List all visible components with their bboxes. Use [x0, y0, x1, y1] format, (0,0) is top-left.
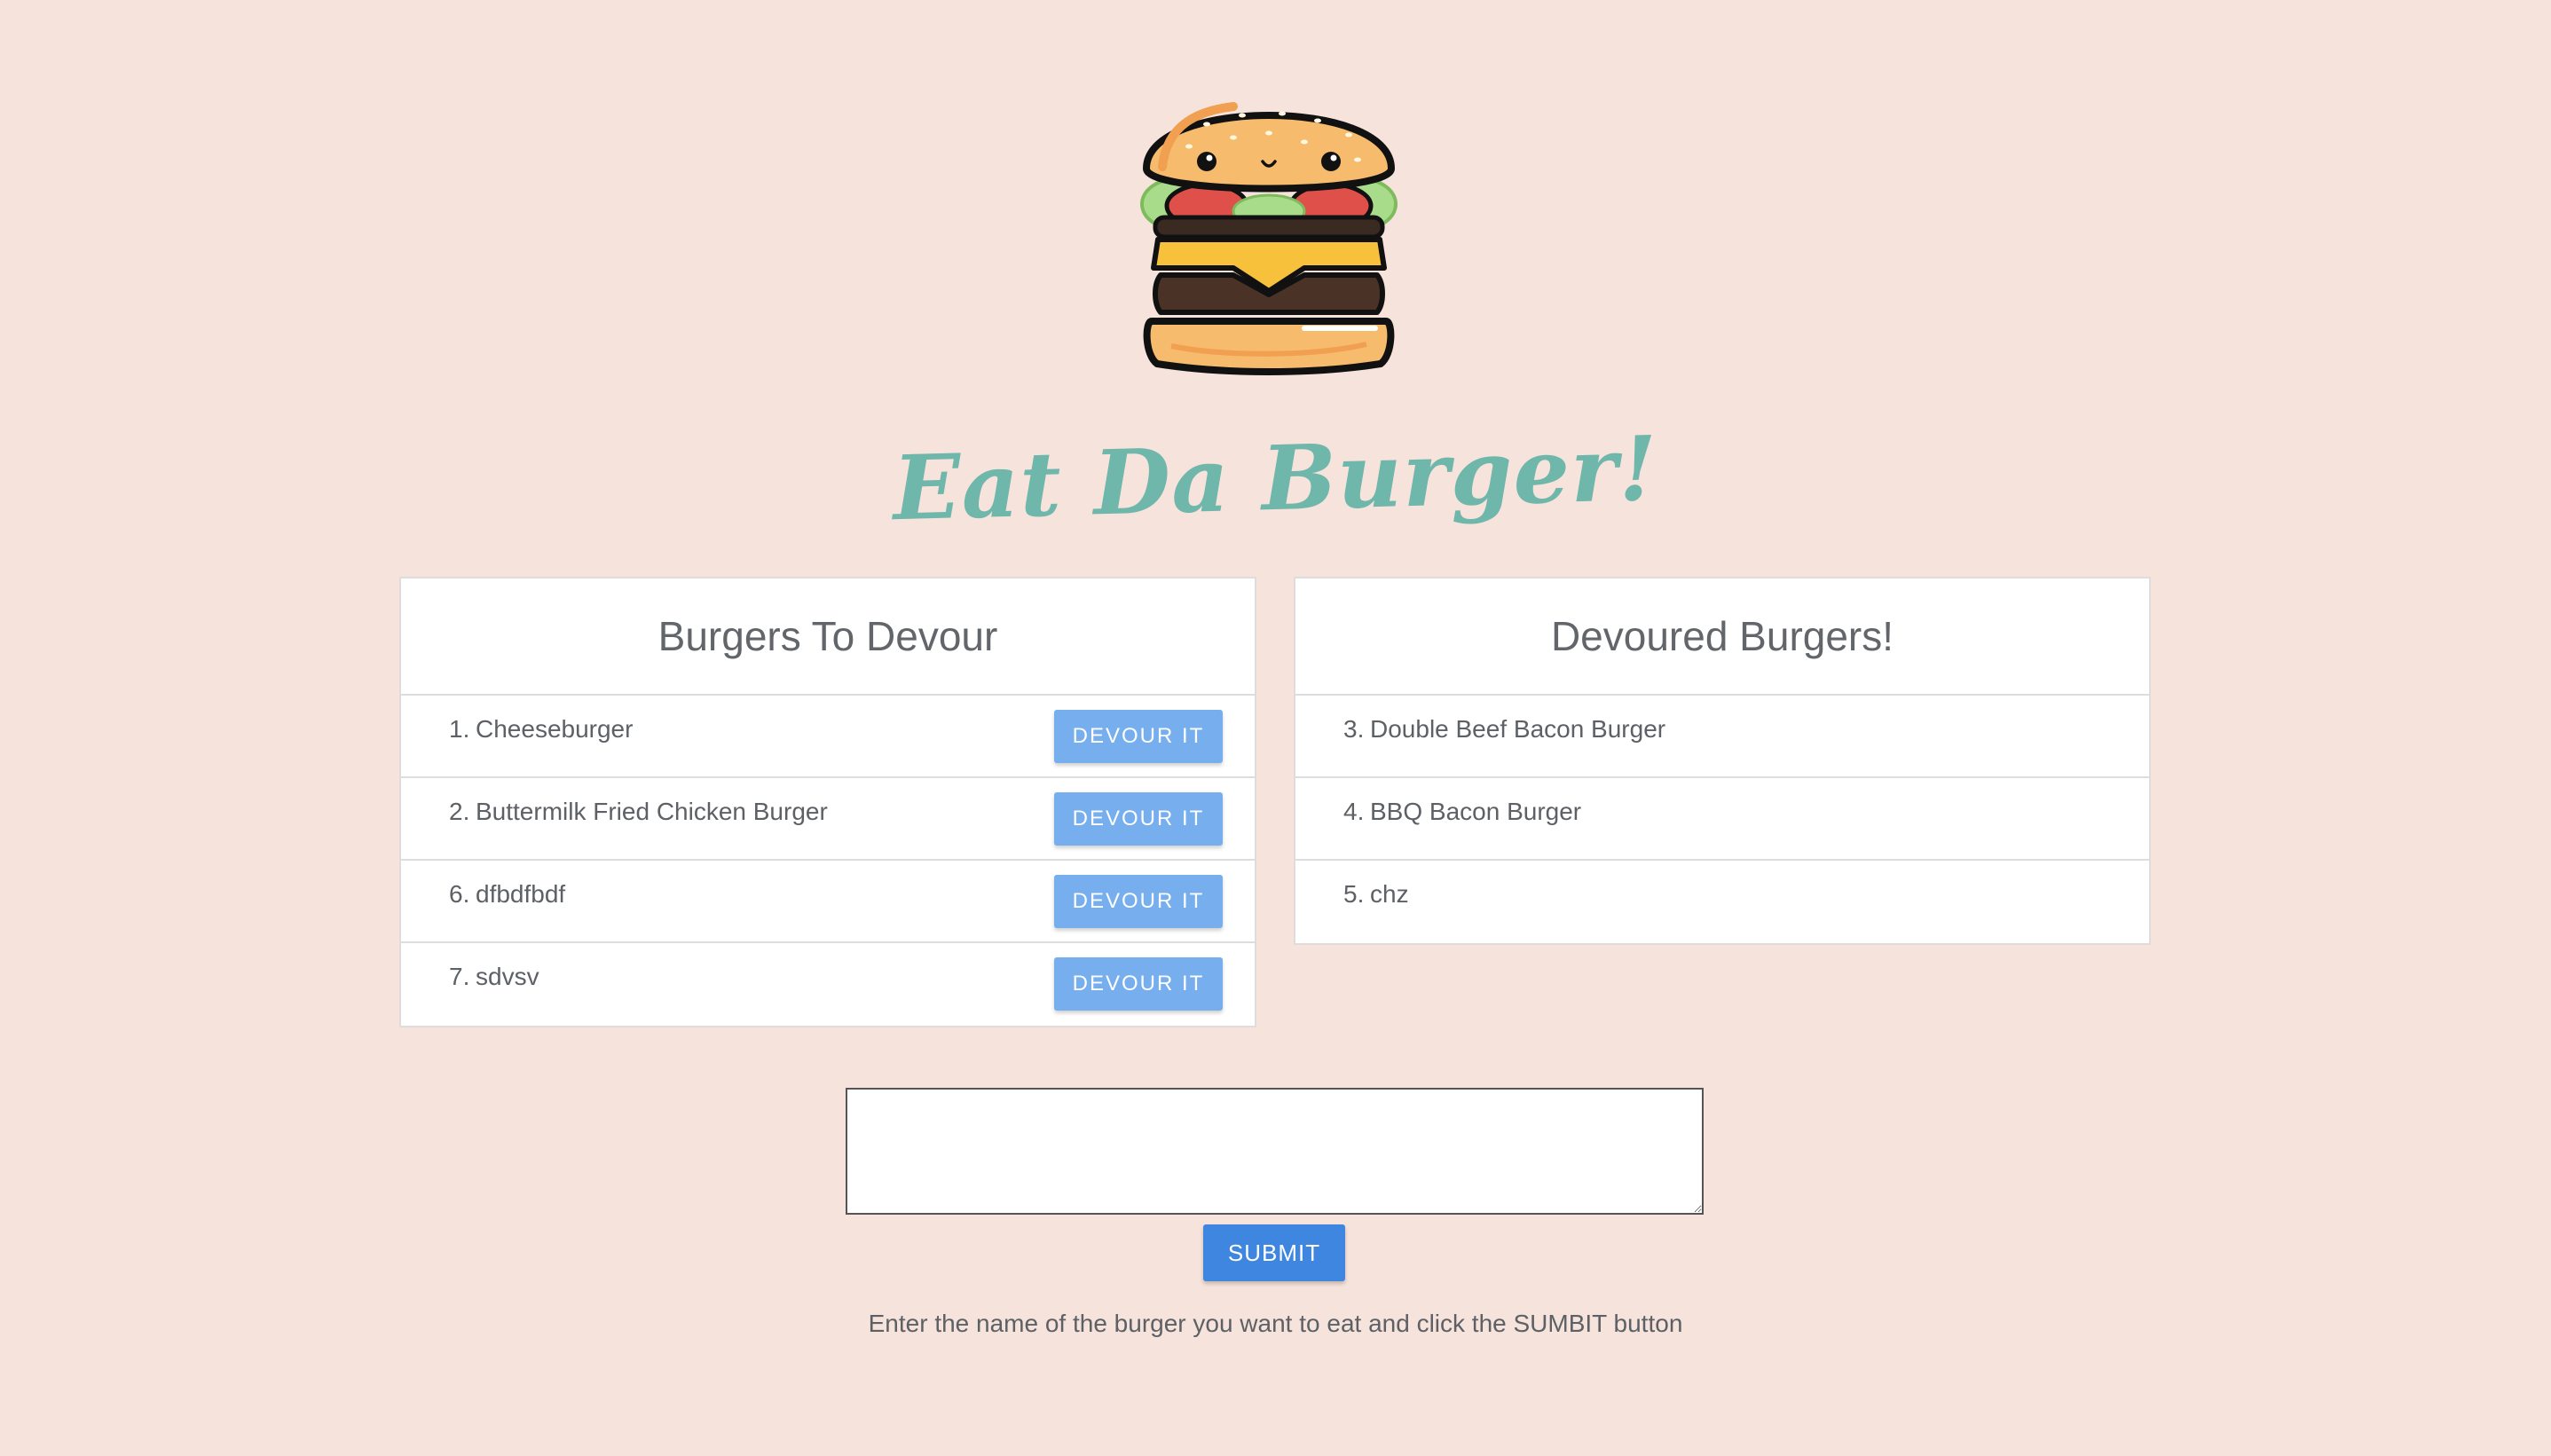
item-number: 6. [449, 880, 470, 908]
item-number: 5. [1343, 880, 1365, 908]
card-title-to-devour: Burgers To Devour [401, 578, 1255, 696]
list-item: 5. chz [1295, 861, 2149, 943]
item-name: sdvsv [476, 963, 539, 990]
devour-it-button[interactable]: DEVOUR IT [1054, 957, 1223, 1011]
devour-it-button[interactable]: DEVOUR IT [1054, 875, 1223, 928]
burger-name-input[interactable] [846, 1088, 1704, 1215]
item-name: dfbdfbdf [476, 880, 566, 908]
submit-button[interactable]: SUBMIT [1203, 1224, 1345, 1281]
devour-it-button[interactable]: DEVOUR IT [1054, 710, 1223, 763]
item-name: Double Beef Bacon Burger [1370, 715, 1666, 743]
item-name: Cheeseburger [476, 715, 634, 743]
list-item: 6. dfbdfbdf DEVOUR IT [401, 861, 1255, 943]
instruction-text: Enter the name of the burger you want to… [868, 1310, 1683, 1337]
item-number: 3. [1343, 715, 1365, 743]
list-item: 2. Buttermilk Fried Chicken Burger DEVOU… [401, 778, 1255, 861]
list-item: 7. sdvsv DEVOUR IT [401, 943, 1255, 1026]
page-title: Eat Da Burger! [891, 415, 1660, 541]
item-name: BBQ Bacon Burger [1370, 798, 1582, 825]
list-item: 3. Double Beef Bacon Burger [1295, 696, 2149, 778]
devoured-burgers-card: Devoured Burgers! 3. Double Beef Bacon B… [1294, 577, 2151, 945]
burger-logo-icon [1091, 62, 1446, 382]
burgers-to-devour-card: Burgers To Devour 1. Cheeseburger DEVOUR… [399, 577, 1256, 1027]
item-number: 2. [449, 798, 470, 825]
item-name: chz [1370, 880, 1409, 908]
devour-it-button[interactable]: DEVOUR IT [1054, 792, 1223, 846]
list-item: 1. Cheeseburger DEVOUR IT [401, 696, 1255, 778]
item-number: 1. [449, 715, 470, 743]
card-title-devoured: Devoured Burgers! [1295, 578, 2149, 696]
item-number: 4. [1343, 798, 1365, 825]
item-name: Buttermilk Fried Chicken Burger [476, 798, 828, 825]
item-number: 7. [449, 963, 470, 990]
list-item: 4. BBQ Bacon Burger [1295, 778, 2149, 861]
